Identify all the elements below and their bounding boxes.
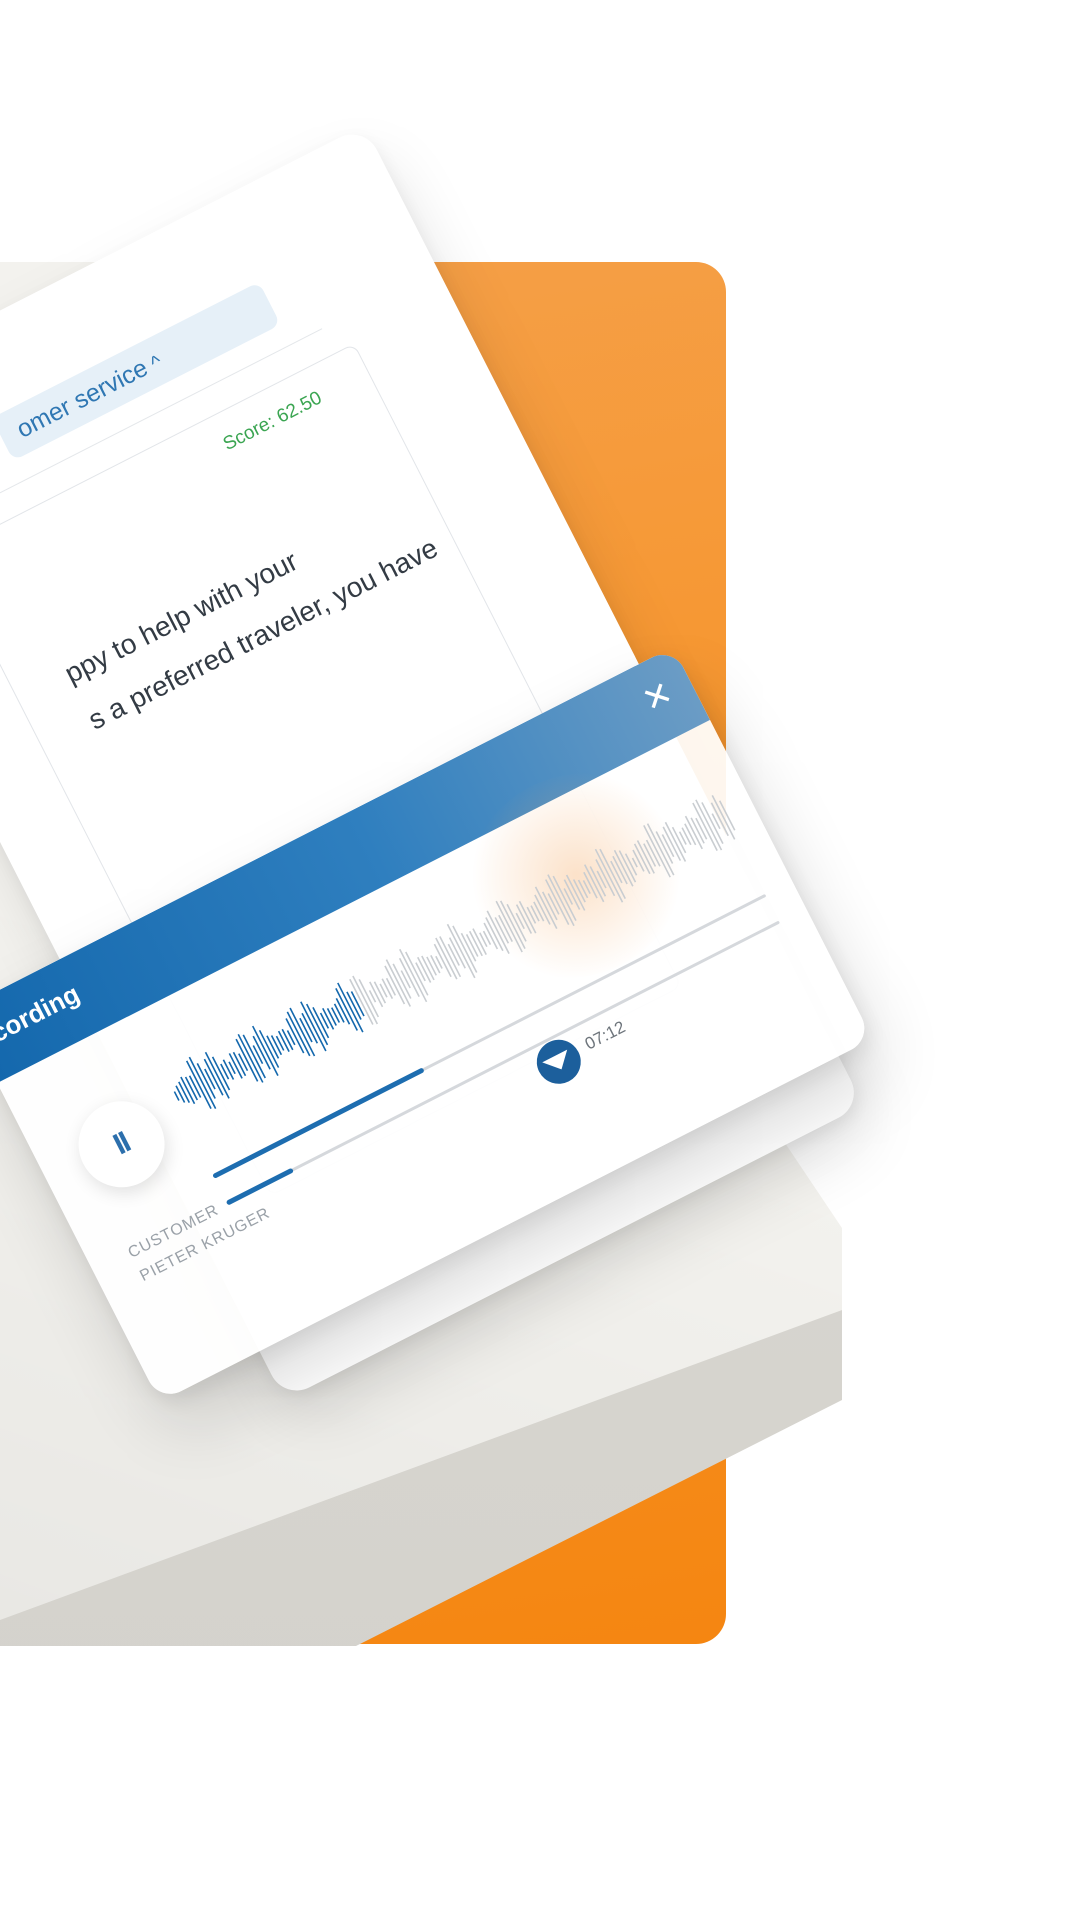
waveform-bar: [235, 1038, 259, 1082]
waveform-bar: [636, 840, 655, 874]
progress-fill-secondary: [225, 1167, 295, 1206]
waveform-bar: [211, 1056, 231, 1091]
waveform-bar: [595, 859, 616, 897]
waveform-bar: [277, 1030, 290, 1053]
waveform-bar: [381, 978, 394, 1000]
waveform-bar: [222, 1059, 235, 1080]
waveform-bar: [452, 925, 478, 973]
waveform-bar: [333, 1003, 345, 1023]
waveform-bar: [577, 879, 589, 899]
waveform-bar: [178, 1081, 191, 1103]
waveform-bar: [175, 1085, 186, 1103]
waveform-bar: [631, 857, 638, 868]
waveform-bar: [618, 850, 637, 883]
waveform-bar: [385, 977, 397, 996]
player-title: o recording: [0, 978, 85, 1070]
waveform-bar: [545, 879, 570, 926]
waveform-bar: [681, 827, 692, 846]
waveform-bar: [684, 815, 703, 850]
waveform-bar: [518, 900, 537, 934]
waveform-bar: [655, 831, 674, 864]
waveform-bar: [349, 978, 374, 1025]
waveform-bar: [433, 943, 452, 978]
waveform-bar: [326, 1008, 337, 1026]
waveform-bar: [485, 917, 504, 952]
waveform-bar: [242, 1034, 266, 1079]
department-label: omer service: [12, 353, 153, 444]
waveform-bar: [204, 1068, 216, 1090]
waveform-bar: [662, 826, 682, 861]
pause-icon: II: [108, 1126, 135, 1162]
waveform-bar: [405, 951, 429, 996]
waveform-bar: [173, 1091, 180, 1101]
waveform-bar: [526, 906, 537, 924]
waveform-bar: [392, 963, 412, 999]
waveform-bar: [335, 988, 359, 1031]
waveform-bar: [400, 970, 411, 989]
waveform-bar: [552, 875, 577, 921]
pause-button[interactable]: II: [63, 1086, 180, 1203]
waveform-bar: [563, 888, 574, 905]
waveform-bar: [415, 962, 426, 982]
waveform-bar: [534, 886, 558, 929]
waveform-bar: [430, 955, 441, 974]
waveform-bar: [252, 1035, 271, 1070]
waveform-bar: [196, 1063, 216, 1099]
tilted-ui-layer: omer service^ Score: 62.50 ppy to help w…: [0, 0, 1080, 1920]
waveform-bar: [565, 874, 586, 911]
scene: omer service^ Score: 62.50 ppy to help w…: [0, 0, 1080, 1920]
waveform-bar: [238, 1053, 249, 1072]
waveform-bar: [533, 901, 545, 922]
waveform-bar: [385, 959, 411, 1007]
waveform-bar: [486, 910, 510, 954]
waveform-bar: [596, 870, 607, 889]
waveform-bar: [426, 956, 437, 976]
waveform-bar: [286, 1011, 311, 1057]
play-button[interactable]: [529, 1032, 589, 1092]
waveform-bar: [203, 1058, 224, 1096]
duration-label: 07:12: [581, 1017, 629, 1054]
waveform-bar: [270, 1035, 283, 1056]
waveform-bar: [613, 849, 634, 887]
waveform-bar: [710, 802, 729, 837]
waveform-bar: [252, 1045, 264, 1065]
waveform-bar: [204, 1051, 230, 1099]
waveform-bar: [711, 795, 736, 840]
close-icon[interactable]: ✕: [636, 673, 680, 722]
waveform-bar: [281, 1028, 294, 1051]
waveform-bar: [285, 1018, 305, 1054]
